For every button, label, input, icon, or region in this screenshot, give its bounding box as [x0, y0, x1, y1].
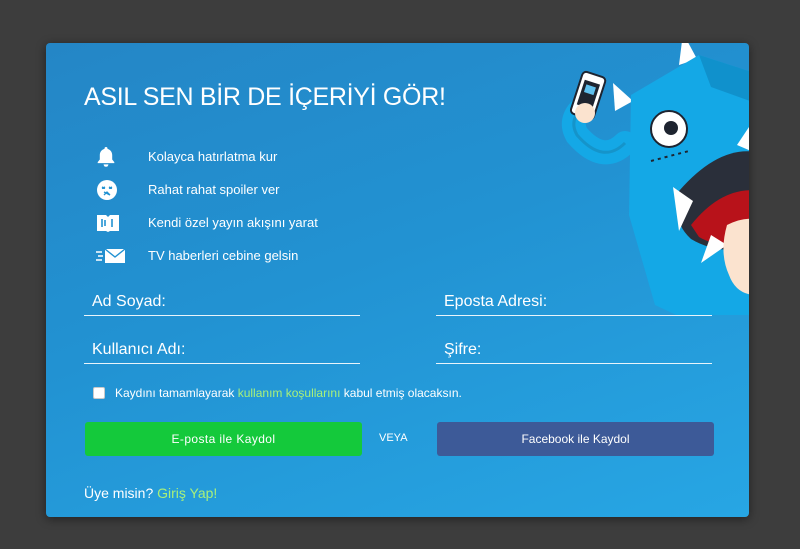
facebook-signup-button[interactable]: Facebook ile Kaydol [437, 422, 714, 456]
feature-list: Kolayca hatırlatma kur Rahat rahat spoil… [96, 140, 318, 272]
monster-mascot-image [561, 43, 749, 315]
modal-title: ASIL SEN BİR DE İÇERİYİ GÖR! [84, 83, 446, 111]
password-field[interactable] [436, 336, 712, 364]
feature-label: Kolayca hatırlatma kur [148, 149, 278, 164]
feature-item: TV haberleri cebine gelsin [96, 239, 318, 272]
signup-modal: ASIL SEN BİR DE İÇERİYİ GÖR! Kolayca hat… [46, 43, 749, 517]
terms-text: Kaydını tamamlayarak kullanım koşulların… [115, 386, 462, 400]
feature-item: Kendi özel yayın akışını yarat [96, 206, 318, 239]
email-signup-button[interactable]: E-posta ile Kaydol [85, 422, 362, 456]
or-divider-label: VEYA [379, 432, 408, 444]
password-input[interactable] [436, 336, 712, 363]
name-field[interactable] [84, 288, 360, 316]
mail-icon [96, 244, 136, 268]
email-field[interactable] [436, 288, 712, 316]
name-input[interactable] [84, 288, 360, 315]
feature-item: Kolayca hatırlatma kur [96, 140, 318, 173]
terms-link[interactable]: kullanım koşullarını [238, 386, 341, 400]
terms-checkbox[interactable] [93, 387, 105, 399]
username-field[interactable] [84, 336, 360, 364]
login-prompt: Üye misin? Giriş Yap! [84, 485, 218, 501]
email-input[interactable] [436, 288, 712, 315]
username-input[interactable] [84, 336, 360, 363]
feature-label: TV haberleri cebine gelsin [148, 248, 299, 263]
spoiler-face-icon [96, 178, 136, 202]
login-link[interactable]: Giriş Yap! [157, 485, 217, 501]
terms-row: Kaydını tamamlayarak kullanım koşulların… [93, 386, 462, 400]
feature-label: Kendi özel yayın akışını yarat [148, 215, 318, 230]
feature-label: Rahat rahat spoiler ver [148, 182, 280, 197]
bell-icon [96, 145, 136, 169]
feed-icon [96, 211, 136, 235]
feature-item: Rahat rahat spoiler ver [96, 173, 318, 206]
